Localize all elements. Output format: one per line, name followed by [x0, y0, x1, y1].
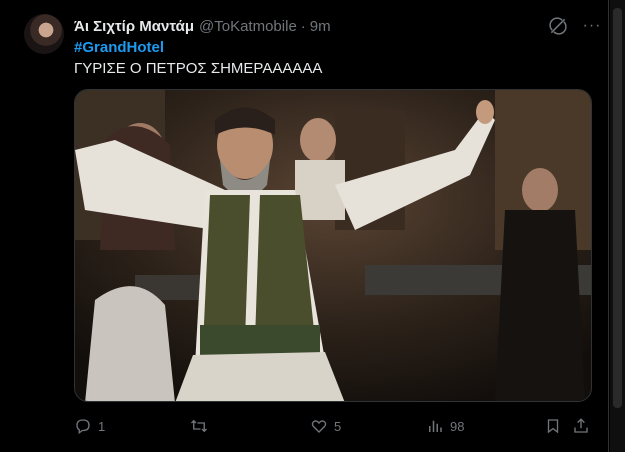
- views-icon: [429, 420, 442, 432]
- avatar[interactable]: [24, 14, 64, 54]
- views-button[interactable]: 98: [426, 412, 464, 440]
- like-button[interactable]: 5: [310, 412, 341, 440]
- display-name[interactable]: Άι Σιχτίρ Μαντάμ: [74, 18, 194, 35]
- tweet-actions: 1 5 98: [74, 412, 594, 440]
- tweet-text: ΓΥΡΙΣΕ Ο ΠΕΤΡΟΣ ΣΗΜΕΡΑΑΑΑΑΑ: [74, 60, 323, 77]
- timestamp[interactable]: 9m: [310, 18, 331, 35]
- separator-dot: ·: [300, 17, 306, 35]
- scrollbar-thumb[interactable]: [613, 8, 622, 408]
- reply-button[interactable]: 1: [74, 412, 105, 440]
- grok-icon[interactable]: [548, 16, 568, 36]
- like-icon: [311, 420, 327, 433]
- like-count: 5: [334, 418, 342, 434]
- reply-count: 1: [98, 418, 106, 434]
- reply-icon: [76, 419, 90, 435]
- tweet-header: Άι Σιχτίρ Μαντάμ @ToKatmobile · 9m: [74, 16, 331, 36]
- more-icon[interactable]: ···: [580, 14, 604, 38]
- retweet-button[interactable]: [190, 412, 214, 440]
- hashtag-link[interactable]: #GrandHotel: [74, 39, 164, 56]
- share-button[interactable]: [572, 412, 590, 440]
- tweet-article[interactable]: Άι Σιχτίρ Μαντάμ @ToKatmobile · 9m ··· #…: [0, 0, 609, 452]
- views-count: 98: [450, 418, 465, 434]
- bookmark-icon: [547, 419, 559, 434]
- bookmark-button[interactable]: [544, 412, 562, 440]
- tweet-media-image[interactable]: [74, 89, 592, 402]
- retweet-icon: [191, 419, 207, 433]
- user-handle[interactable]: @ToKatmobile: [199, 18, 297, 35]
- share-icon: [574, 418, 588, 433]
